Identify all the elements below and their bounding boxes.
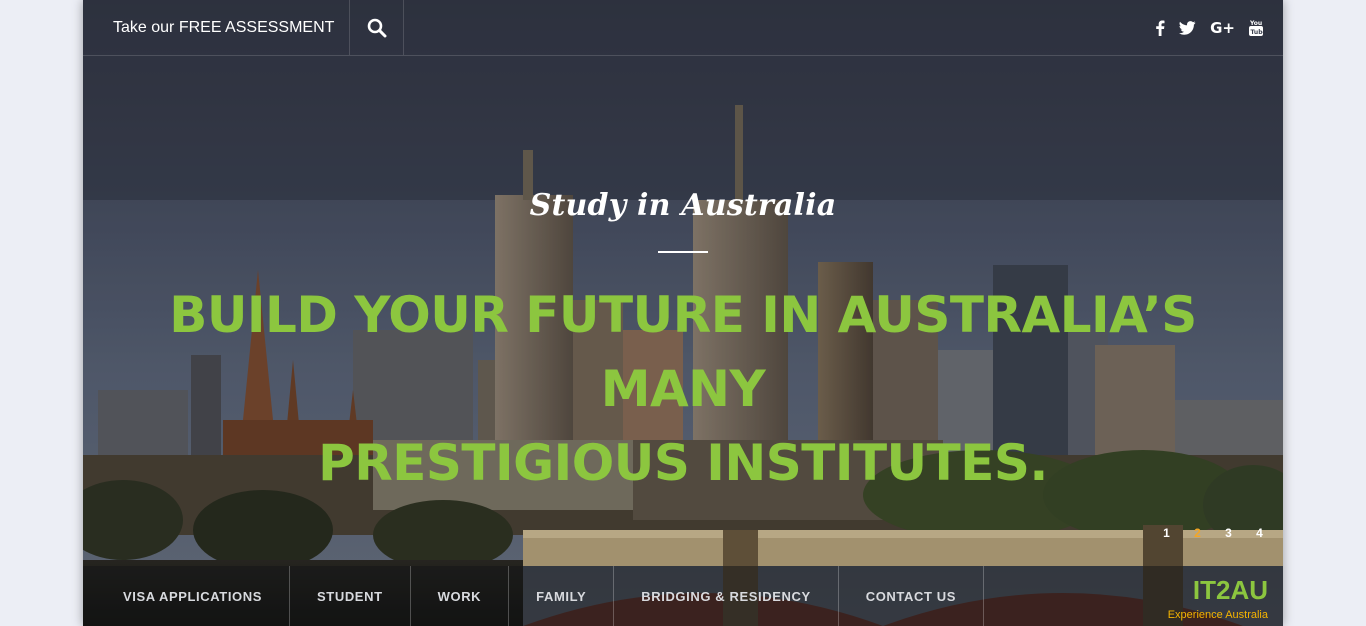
search-button[interactable] xyxy=(350,0,405,55)
hero-section: Take our FREE ASSESSMENT G+ You Tube xyxy=(83,0,1283,626)
nav-student[interactable]: STUDENT xyxy=(290,566,411,626)
social-links: G+ You Tube xyxy=(1155,0,1283,55)
nav-bridging-residency[interactable]: BRIDGING & RESIDENCY xyxy=(614,566,839,626)
top-bar: Take our FREE ASSESSMENT G+ You Tube xyxy=(83,0,1283,56)
main-navigation: VISA APPLICATIONS STUDENT WORK FAMILY BR… xyxy=(83,566,1283,626)
nav-work[interactable]: WORK xyxy=(411,566,510,626)
hero-script-title: Study in Australia xyxy=(529,188,837,223)
nav-visa-applications[interactable]: VISA APPLICATIONS xyxy=(83,566,291,626)
title-divider xyxy=(658,251,708,253)
svg-text:You: You xyxy=(1249,20,1262,27)
twitter-icon[interactable] xyxy=(1179,20,1196,35)
svg-text:Tube: Tube xyxy=(1251,29,1264,36)
hero-headline-line-2: PRESTIGIOUS INSTITUTES. xyxy=(318,434,1048,492)
pager-item-1[interactable]: 1 xyxy=(1151,526,1182,540)
facebook-icon[interactable] xyxy=(1155,20,1165,36)
nav-contact-us[interactable]: CONTACT US xyxy=(839,566,984,626)
brand-name: IT2AU xyxy=(1192,575,1268,605)
slider-pager: 1 2 3 4 xyxy=(1151,526,1275,540)
pager-item-4[interactable]: 4 xyxy=(1244,526,1275,540)
nav-family[interactable]: FAMILY xyxy=(509,566,615,626)
google-plus-icon[interactable]: G+ xyxy=(1210,19,1235,37)
search-icon xyxy=(367,18,387,37)
hero-headline-line-1: BUILD YOUR FUTURE IN AUSTRALIA’S MANY xyxy=(169,286,1197,418)
brand-tagline: Experience Australia xyxy=(1167,609,1268,621)
youtube-icon[interactable]: You Tube xyxy=(1249,19,1263,36)
pager-item-2[interactable]: 2 xyxy=(1182,526,1213,540)
hero-headline: BUILD YOUR FUTURE IN AUSTRALIA’S MANY PR… xyxy=(103,278,1263,500)
pager-item-3[interactable]: 3 xyxy=(1213,526,1244,540)
free-assessment-link[interactable]: Take our FREE ASSESSMENT xyxy=(83,0,351,55)
brand-logo[interactable]: IT2AU Experience Australia xyxy=(1168,576,1268,621)
